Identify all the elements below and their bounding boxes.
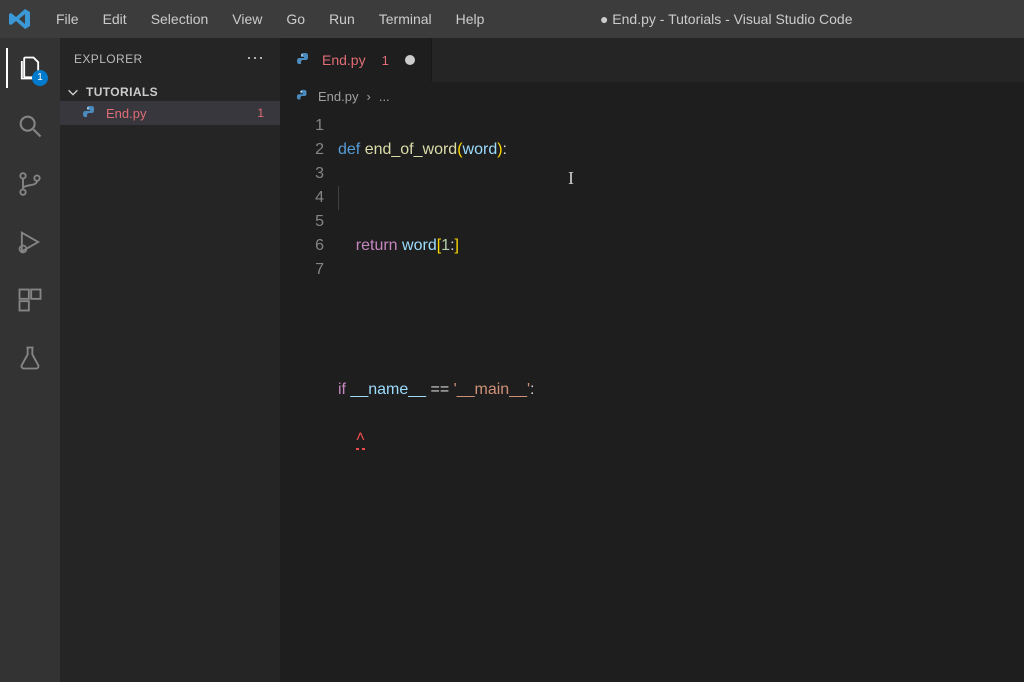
activity-run-debug[interactable]	[6, 222, 54, 262]
tab-bar: End.py 1	[280, 38, 1024, 82]
tab-problem-count: 1	[382, 53, 389, 68]
code-editor[interactable]: 1 2 3 4 5 6 7 def end_of_word(word): ret…	[280, 110, 1024, 682]
file-name: End.py	[106, 106, 249, 121]
line-number-gutter: 1 2 3 4 5 6 7	[280, 110, 338, 682]
chevron-down-icon	[66, 85, 80, 99]
folder-name: TUTORIALS	[86, 85, 158, 99]
breadcrumb-file: End.py	[318, 89, 358, 104]
activity-explorer[interactable]: 1	[6, 48, 54, 88]
menu-edit[interactable]: Edit	[91, 7, 139, 31]
line-number: 2	[280, 138, 324, 162]
workbench-body: 1 EXPLORER ⋯	[0, 38, 1024, 682]
title-bar: File Edit Selection View Go Run Terminal…	[0, 0, 1024, 38]
extensions-icon	[16, 286, 44, 314]
code-line[interactable]	[338, 282, 1024, 306]
activity-extensions[interactable]	[6, 280, 54, 320]
code-line[interactable]: ˄	[338, 426, 1024, 450]
menu-run[interactable]: Run	[317, 7, 367, 31]
folder-header[interactable]: TUTORIALS	[60, 83, 280, 101]
code-line[interactable]: if __name__ == '__main__':	[338, 378, 1024, 402]
menu-go[interactable]: Go	[274, 7, 317, 31]
error-squiggle: ˄	[356, 426, 365, 450]
line-number: 5	[280, 210, 324, 234]
menu-bar: File Edit Selection View Go Run Terminal…	[44, 7, 496, 31]
line-number: 7	[280, 258, 324, 282]
activity-source-control[interactable]	[6, 164, 54, 204]
menu-help[interactable]: Help	[444, 7, 497, 31]
tab[interactable]: End.py 1	[280, 38, 432, 82]
text-cursor-icon: I	[568, 166, 574, 190]
search-icon	[16, 112, 44, 140]
menu-terminal[interactable]: Terminal	[367, 7, 444, 31]
breadcrumb-more: ...	[379, 89, 390, 104]
sidebar-header: EXPLORER ⋯	[60, 38, 280, 79]
file-problem-count: 1	[257, 106, 270, 120]
beaker-icon	[16, 344, 44, 372]
python-file-icon	[82, 105, 98, 121]
editor-group: End.py 1 End.py › ... 1 2 3 4	[280, 38, 1024, 682]
python-file-icon	[296, 52, 312, 68]
line-number: 6	[280, 234, 324, 258]
code-line[interactable]	[338, 330, 1024, 354]
code-line[interactable]: return word[1:]	[338, 234, 1024, 258]
menu-selection[interactable]: Selection	[139, 7, 221, 31]
app-root: File Edit Selection View Go Run Terminal…	[0, 0, 1024, 682]
branch-icon	[16, 170, 44, 198]
menu-view[interactable]: View	[220, 7, 274, 31]
sidebar-section: TUTORIALS End.py 1	[60, 79, 280, 129]
sidebar-more-icon[interactable]: ⋯	[246, 48, 266, 69]
play-bug-icon	[16, 228, 44, 256]
sidebar-title: EXPLORER	[74, 52, 143, 66]
line-number: 1	[280, 114, 324, 138]
breadcrumb-sep-icon: ›	[366, 89, 370, 104]
vscode-logo-icon	[8, 7, 32, 31]
sidebar-explorer: EXPLORER ⋯ TUTORIALS End.py 1	[60, 38, 280, 682]
activity-bar: 1	[0, 38, 60, 682]
activity-testing[interactable]	[6, 338, 54, 378]
breadcrumb[interactable]: End.py › ...	[280, 82, 1024, 110]
menu-file[interactable]: File	[44, 7, 91, 31]
code-line[interactable]	[338, 186, 1024, 210]
tab-dirty-dot-icon[interactable]	[405, 55, 415, 65]
window-title: ● End.py - Tutorials - Visual Studio Cod…	[496, 11, 956, 27]
python-file-icon	[296, 89, 310, 103]
file-item[interactable]: End.py 1	[60, 101, 280, 125]
code-lines[interactable]: def end_of_word(word): return word[1:] i…	[338, 110, 1024, 682]
line-number: 3	[280, 162, 324, 186]
code-line[interactable]: def end_of_word(word):	[338, 138, 1024, 162]
activity-search[interactable]	[6, 106, 54, 146]
tab-filename: End.py	[322, 52, 366, 68]
explorer-badge: 1	[32, 70, 48, 86]
line-number: 4	[280, 186, 324, 210]
